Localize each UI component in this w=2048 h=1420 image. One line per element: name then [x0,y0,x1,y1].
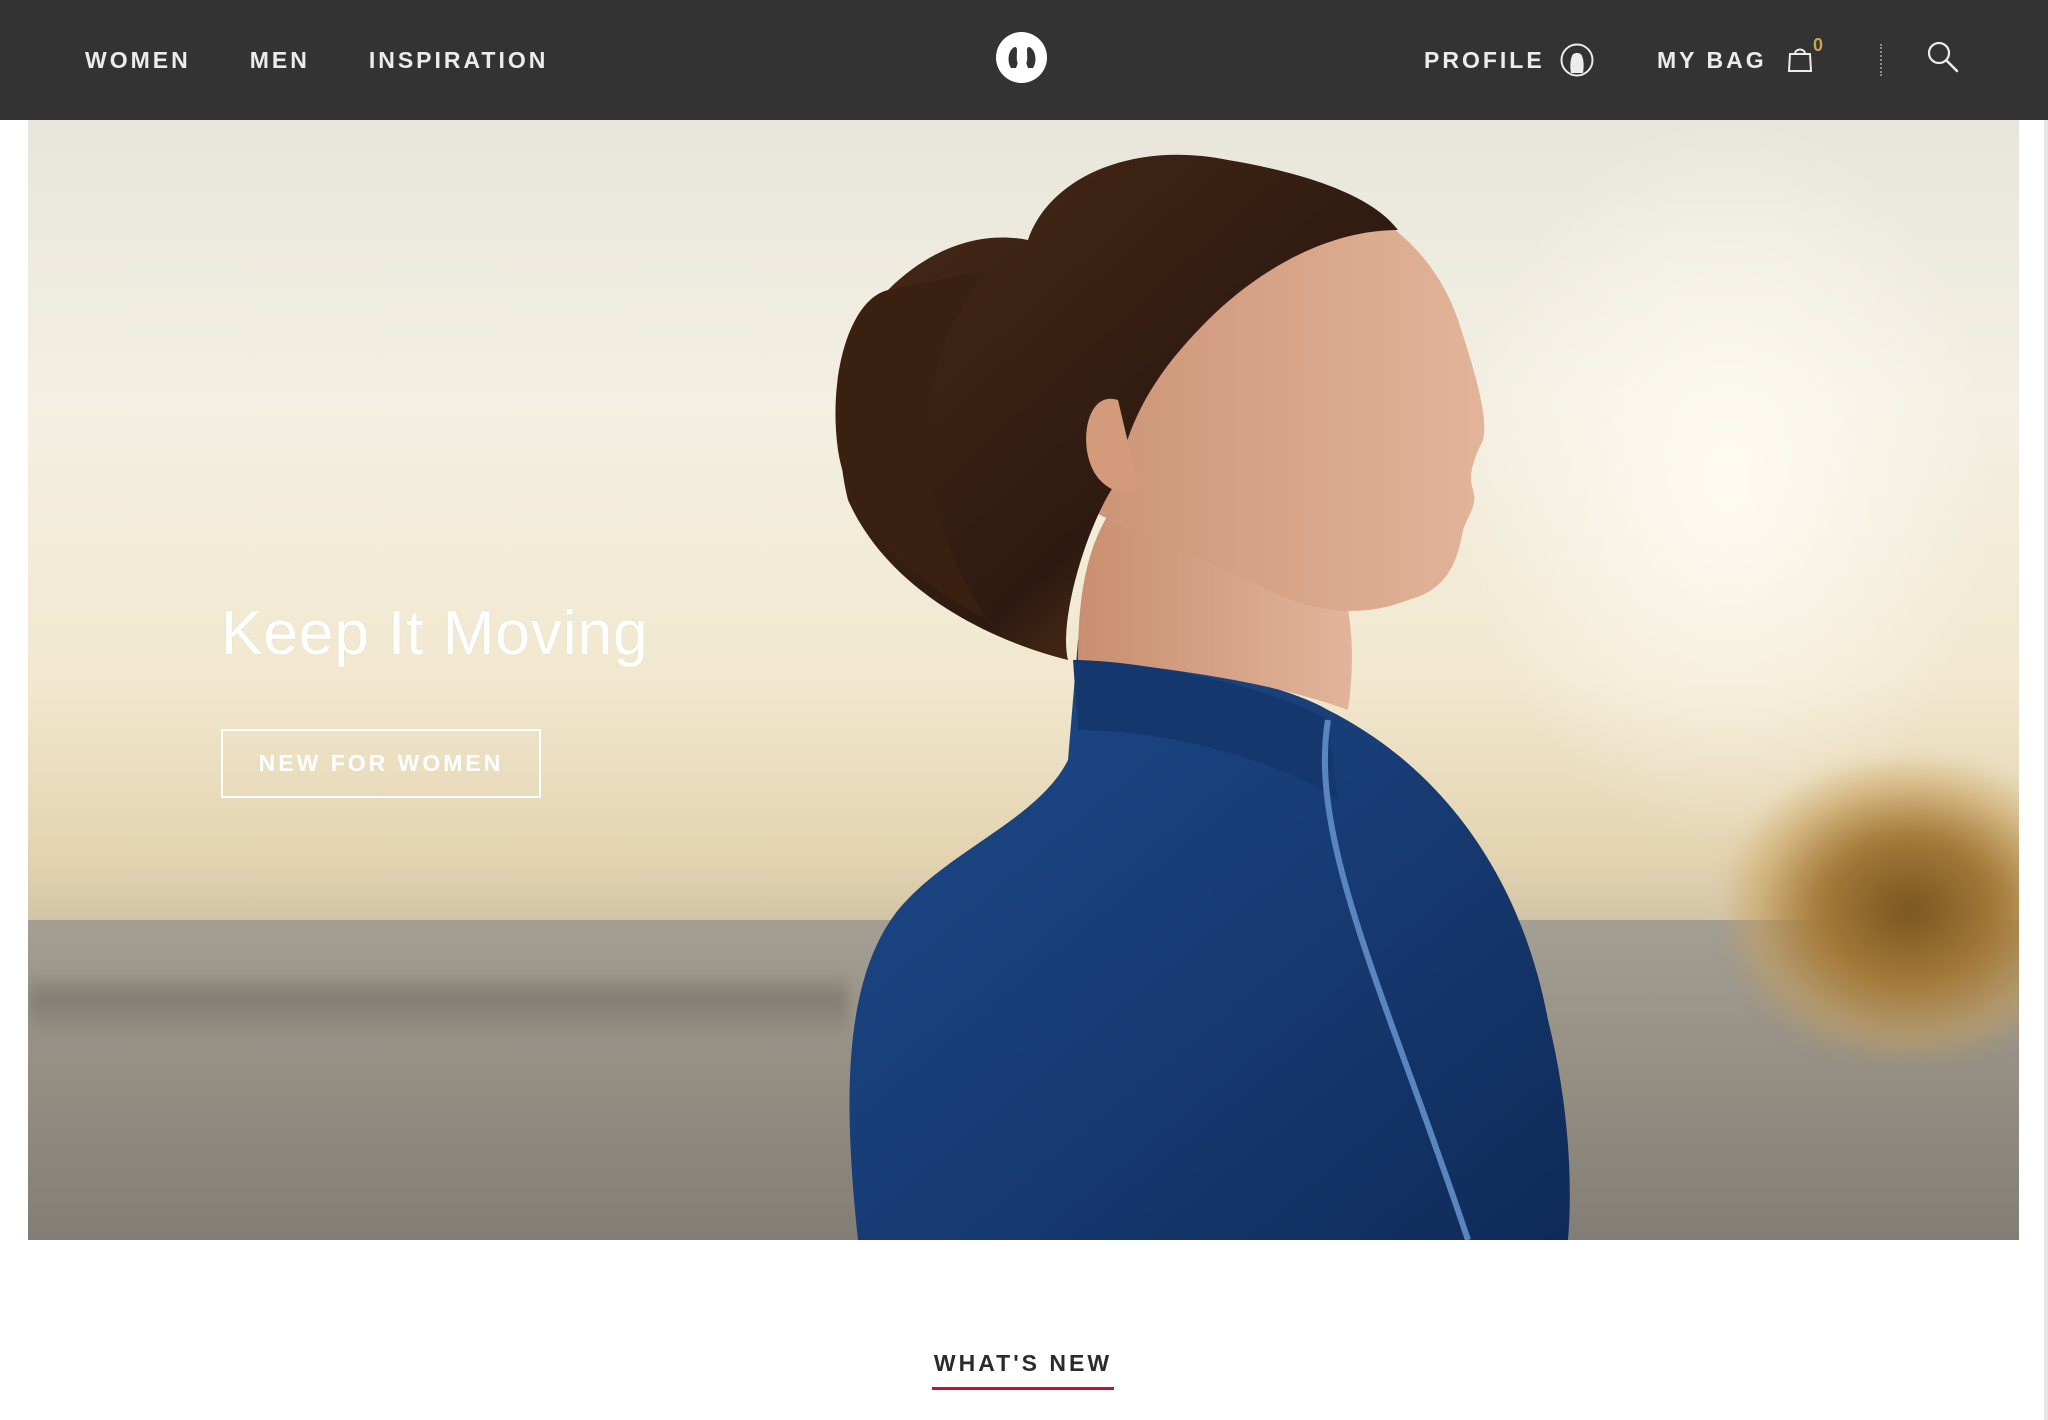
search-icon [1927,41,1959,73]
search-button[interactable] [1926,40,1960,74]
profile-label: PROFILE [1424,46,1545,73]
page-scroll-edge [2044,0,2048,1420]
nav-link-men[interactable]: MEN [250,47,310,74]
logo-mark [1008,46,1035,68]
hero-banner[interactable]: Keep It Moving NEW FOR WOMEN [28,120,2019,1240]
nav-link-inspiration[interactable]: INSPIRATION [369,47,549,74]
primary-nav: WOMEN MEN INSPIRATION [85,0,607,120]
lululemon-logo-icon[interactable] [996,32,1047,83]
shopping-bag-icon [1787,48,1812,72]
my-bag-link[interactable]: MY BAG 0 [1657,35,1823,80]
bag-label: MY BAG [1657,46,1767,73]
hero-title: Keep It Moving [221,599,649,668]
profile-link[interactable]: PROFILE [1424,40,1594,80]
new-for-women-button[interactable]: NEW FOR WOMEN [221,729,541,798]
top-navigation-bar: WOMEN MEN INSPIRATION PROFILE MY BAG 0 [0,0,2048,120]
nav-link-women[interactable]: WOMEN [85,47,191,74]
whats-new-heading[interactable]: WHAT'S NEW [932,1350,1114,1390]
bag-count-badge: 0 [1813,35,1824,55]
hero-model-image [835,154,1570,1240]
profile-icon [1560,43,1594,77]
nav-divider [1880,44,1882,76]
